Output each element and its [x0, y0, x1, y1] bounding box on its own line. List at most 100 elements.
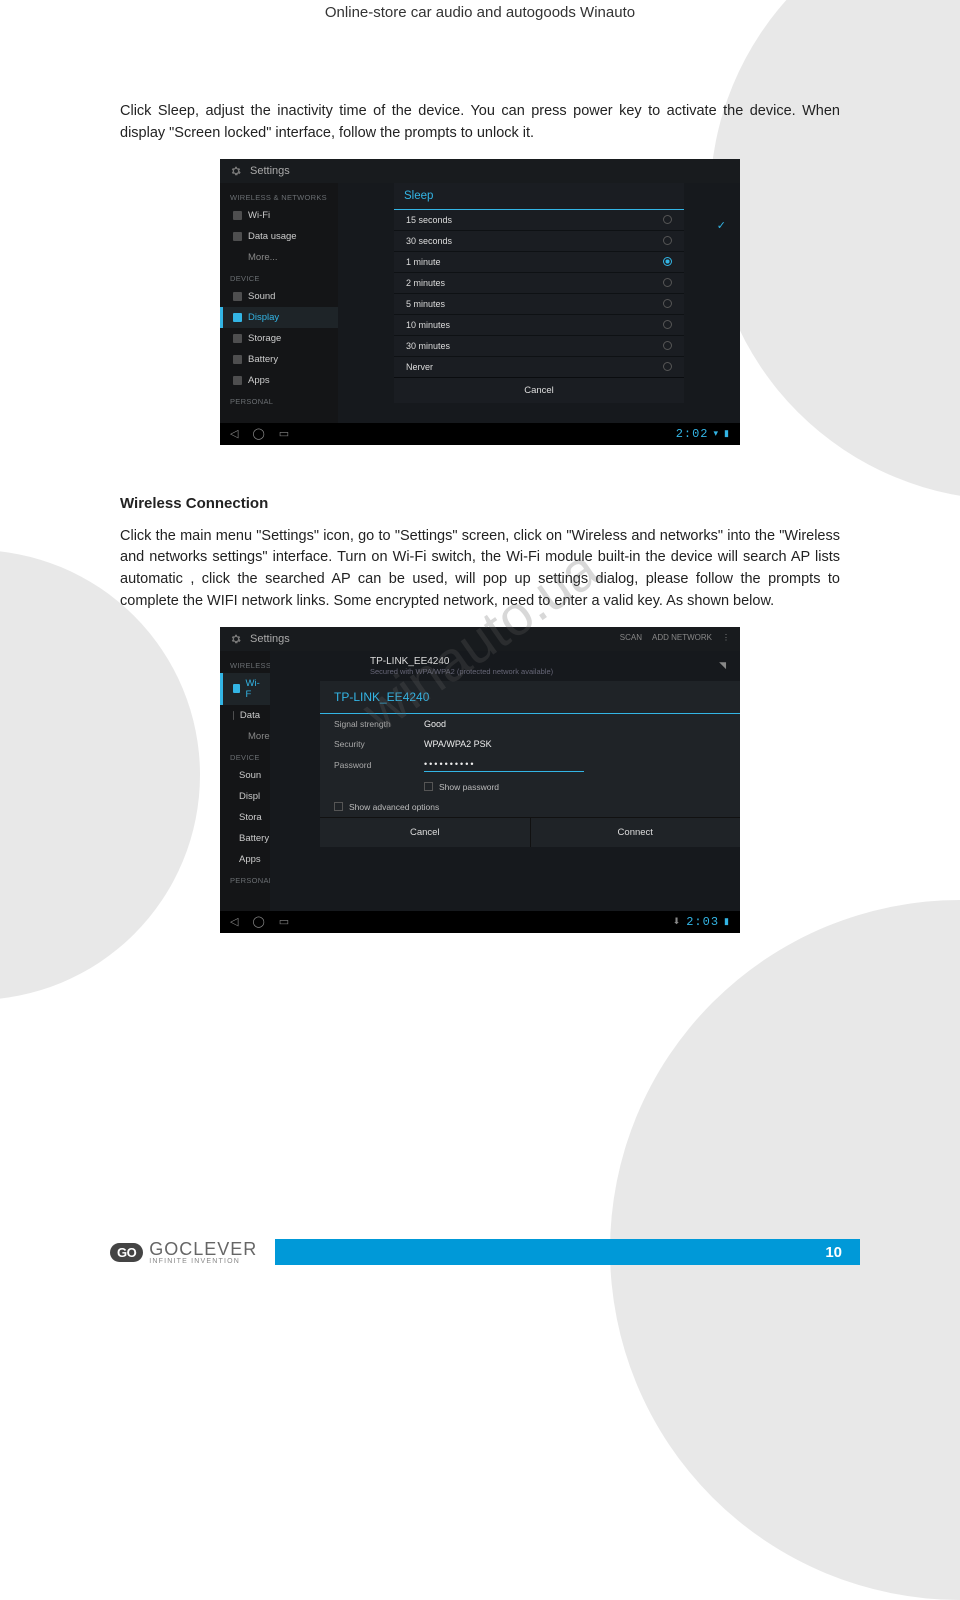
sidebar-item-display[interactable]: Display: [220, 307, 338, 328]
back-button[interactable]: ◁: [230, 427, 238, 440]
settings-sidebar: WIRELESS & NETWORKS Wi-F Data More DEVIC…: [220, 651, 270, 911]
advanced-options-label: Show advanced options: [349, 802, 439, 812]
radio-icon: [663, 236, 672, 245]
settings-title: Settings: [250, 633, 290, 645]
sleep-option[interactable]: 30 minutes: [394, 336, 684, 357]
show-password-label: Show password: [439, 782, 499, 792]
cancel-button[interactable]: Cancel: [394, 377, 684, 403]
sidebar-item-sound[interactable]: Sound: [220, 286, 338, 307]
sidebar-item-display[interactable]: Displ: [220, 786, 270, 807]
sidebar-section-personal: PERSONAL: [220, 391, 338, 409]
signal-strength-label: Signal strength: [334, 719, 424, 729]
radio-icon: [663, 299, 672, 308]
menu-icon[interactable]: ⋮: [722, 633, 730, 642]
sidebar-item-more[interactable]: More...: [220, 247, 338, 268]
sleep-option-label: 10 minutes: [406, 320, 450, 330]
sidebar-item-apps[interactable]: Apps: [220, 370, 338, 391]
sleep-option-label: 2 minutes: [406, 278, 445, 288]
system-navbar: ◁ ◯ ▭ ⬇ 2:03 ▮: [220, 911, 740, 933]
home-button[interactable]: ◯: [252, 915, 264, 928]
sleep-option[interactable]: 2 minutes: [394, 273, 684, 294]
sleep-dialog-title: Sleep: [394, 183, 684, 210]
system-navbar: ◁ ◯ ▭ 2:02 ▾ ▮: [220, 423, 740, 445]
recent-button[interactable]: ▭: [279, 915, 289, 928]
download-icon: ⬇: [673, 917, 682, 927]
add-network-button[interactable]: ADD NETWORK: [652, 633, 712, 642]
status-bar: ⬇ 2:03 ▮: [673, 915, 730, 929]
sleep-option-label: 30 minutes: [406, 341, 450, 351]
settings-titlebar: Settings: [220, 159, 740, 183]
recent-button[interactable]: ▭: [279, 427, 289, 440]
sidebar-item-storage[interactable]: Stora: [220, 807, 270, 828]
settings-titlebar: Settings SCAN ADD NETWORK ⋮: [220, 627, 740, 651]
radio-icon: [663, 257, 672, 266]
advanced-options-checkbox[interactable]: [334, 802, 343, 811]
password-label: Password: [334, 760, 424, 770]
screenshot-sleep-dialog: Settings WIRELESS & NETWORKS Wi-Fi Data …: [220, 159, 740, 445]
battery-status-icon: ▮: [724, 429, 730, 439]
signal-strength-value: Good: [424, 719, 446, 729]
page-number: 10: [825, 1244, 842, 1261]
password-input[interactable]: ••••••••••: [424, 759, 584, 772]
settings-sidebar: WIRELESS & NETWORKS Wi-Fi Data usage Mor…: [220, 183, 338, 423]
data-usage-icon: [233, 232, 242, 241]
cancel-button[interactable]: Cancel: [320, 818, 531, 847]
back-button[interactable]: ◁: [230, 915, 238, 928]
sleep-option-label: 30 seconds: [406, 236, 452, 246]
display-icon: [233, 313, 242, 322]
sleep-option[interactable]: 1 minute: [394, 252, 684, 273]
paragraph-sleep: Click Sleep, adjust the inactivity time …: [120, 101, 840, 145]
sleep-option[interactable]: 10 minutes: [394, 315, 684, 336]
sidebar-item-data-usage[interactable]: Data: [220, 705, 270, 726]
wifi-network-row[interactable]: TP-LINK_EE4240 Secured with WPA/WPA2 (pr…: [270, 651, 740, 681]
wifi-ssid: TP-LINK_EE4240: [370, 656, 553, 667]
sleep-option[interactable]: Nerver: [394, 357, 684, 377]
screenshot-wifi-dialog: Settings SCAN ADD NETWORK ⋮ WIRELESS & N…: [220, 627, 740, 933]
sleep-option[interactable]: 15 seconds: [394, 210, 684, 231]
settings-title: Settings: [250, 165, 290, 177]
clock: 2:03: [686, 915, 719, 929]
clock: 2:02: [676, 427, 709, 441]
wifi-status-icon: ▾: [714, 429, 720, 439]
go-badge: GO: [110, 1243, 143, 1262]
sidebar-item-apps[interactable]: Apps: [220, 849, 270, 870]
wifi-signal-icon: ◥: [719, 660, 726, 671]
sidebar-item-data-usage[interactable]: Data usage: [220, 226, 338, 247]
sound-icon: [233, 292, 242, 301]
security-label: Security: [334, 739, 424, 749]
sleep-option-label: Nerver: [406, 362, 433, 372]
scan-button[interactable]: SCAN: [620, 633, 642, 642]
sleep-option-label: 1 minute: [406, 257, 441, 267]
sidebar-item-wifi[interactable]: Wi-Fi: [220, 205, 338, 226]
sidebar-item-battery[interactable]: Battery: [220, 828, 270, 849]
sidebar-item-battery[interactable]: Battery: [220, 349, 338, 370]
radio-icon: [663, 341, 672, 350]
sidebar-section-device: DEVICE: [220, 268, 338, 286]
sidebar-section-wireless: WIRELESS & NETWORKS: [220, 655, 270, 673]
show-password-checkbox[interactable]: [424, 782, 433, 791]
sidebar-item-more[interactable]: More: [220, 726, 270, 747]
battery-icon: [233, 355, 242, 364]
wifi-security-text: Secured with WPA/WPA2 (protected network…: [370, 667, 553, 676]
data-usage-icon: [233, 711, 234, 720]
sidebar-section-personal: PERSONAL: [220, 870, 270, 888]
battery-status-icon: ▮: [724, 917, 730, 927]
radio-icon: [663, 362, 672, 371]
sidebar-item-wifi[interactable]: Wi-F: [220, 673, 270, 705]
sleep-option[interactable]: 30 seconds: [394, 231, 684, 252]
home-button[interactable]: ◯: [252, 427, 264, 440]
radio-icon: [663, 215, 672, 224]
brand-logo: GO GOCLEVER INFINITE INVENTION: [110, 1239, 257, 1265]
wifi-dialog-title: TP-LINK_EE4240: [320, 681, 740, 714]
sleep-option-label: 15 seconds: [406, 215, 452, 225]
storage-icon: [233, 334, 242, 343]
sidebar-item-sound[interactable]: Soun: [220, 765, 270, 786]
connect-button[interactable]: Connect: [531, 818, 741, 847]
brand-tagline: INFINITE INVENTION: [149, 1258, 257, 1265]
apps-icon: [233, 376, 242, 385]
wifi-icon: [233, 211, 242, 220]
sidebar-item-storage[interactable]: Storage: [220, 328, 338, 349]
sleep-option[interactable]: 5 minutes: [394, 294, 684, 315]
settings-icon: [230, 633, 242, 645]
radio-icon: [663, 278, 672, 287]
